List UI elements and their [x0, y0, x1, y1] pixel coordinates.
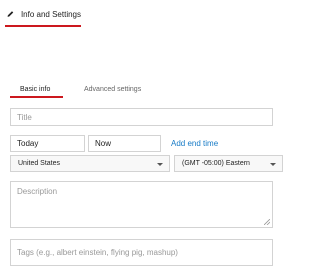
tags-placeholder: Tags (e.g., albert einstein, flying pig,…: [17, 248, 178, 257]
pencil-icon: [7, 11, 14, 17]
country-select[interactable]: United States: [10, 155, 170, 172]
start-time-input[interactable]: Now: [88, 135, 161, 152]
start-date-value: Today: [17, 139, 39, 148]
tab-info-and-settings-label: Info and Settings: [20, 9, 81, 19]
active-tab-indicator: [5, 25, 81, 27]
chevron-down-icon: [270, 163, 276, 166]
tab-info-and-settings[interactable]: Info and Settings: [5, 0, 81, 28]
timezone-value: (GMT -05:00) Eastern: [182, 160, 250, 167]
add-end-time-link[interactable]: Add end time: [171, 135, 218, 152]
add-end-time-label: Add end time: [171, 139, 219, 148]
timezone-select[interactable]: (GMT -05:00) Eastern: [174, 155, 283, 172]
start-time-value: Now: [95, 139, 112, 148]
sub-tab-bar: Basic info Advanced settings: [10, 80, 315, 100]
tags-input[interactable]: Tags (e.g., albert einstein, flying pig,…: [10, 239, 273, 266]
tab-advanced-settings-label: Advanced settings: [84, 85, 142, 93]
tab-advanced-settings[interactable]: Advanced settings: [84, 80, 141, 98]
active-subtab-indicator: [10, 96, 63, 98]
country-value: United States: [18, 160, 61, 167]
description-textarea[interactable]: Description: [10, 181, 273, 228]
resize-grip-icon[interactable]: [264, 219, 270, 225]
tab-basic-info-label: Basic info: [20, 85, 51, 93]
start-date-input[interactable]: Today: [10, 135, 85, 152]
top-tab-bar: Info and Settings: [0, 0, 325, 32]
title-input[interactable]: Title: [10, 108, 273, 126]
chevron-down-icon: [157, 163, 163, 166]
description-placeholder: Description: [17, 187, 58, 196]
title-placeholder: Title: [17, 112, 32, 122]
